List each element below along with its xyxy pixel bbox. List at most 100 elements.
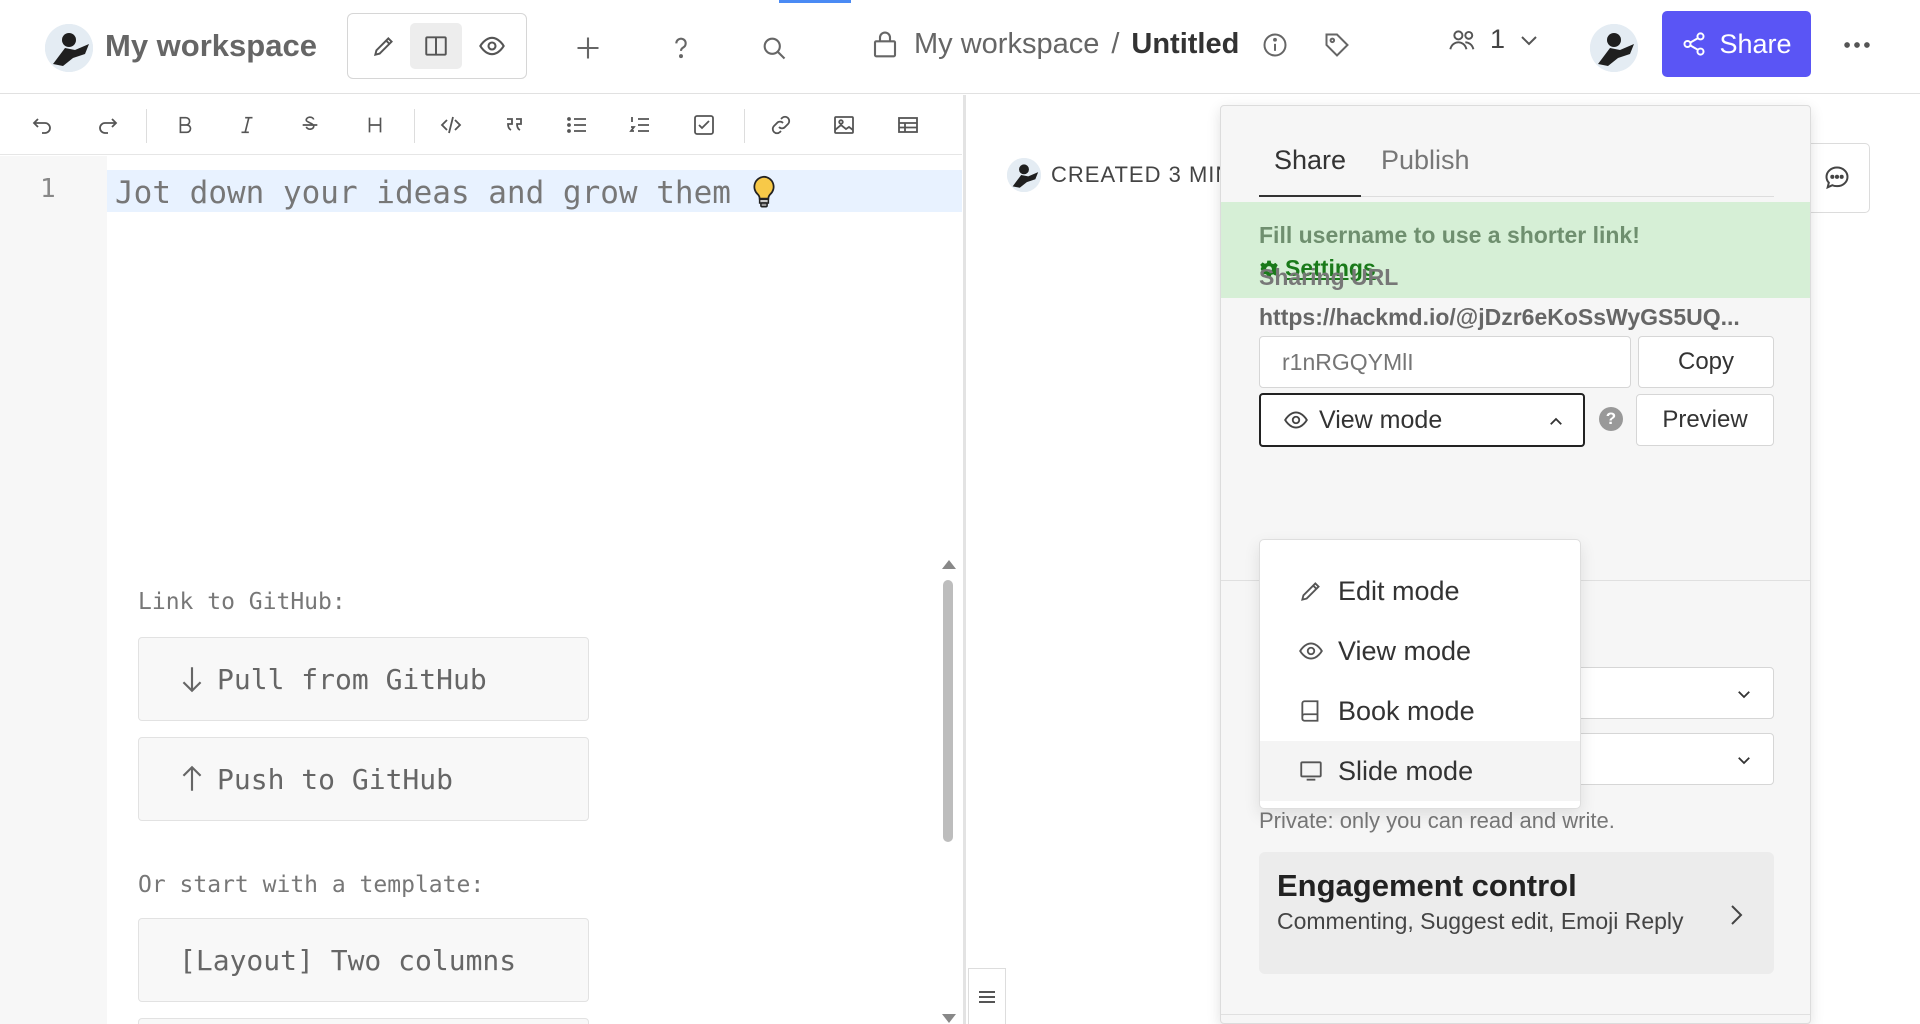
table-of-contents-button[interactable] <box>968 968 1006 1024</box>
strikethrough-icon <box>299 114 321 136</box>
breadcrumb-separator: / <box>1111 28 1120 60</box>
share-icon <box>1681 31 1707 57</box>
help-button[interactable] <box>659 26 703 70</box>
engagement-control-card[interactable]: Engagement control Commenting, Suggest e… <box>1259 852 1774 974</box>
table-icon <box>896 113 920 137</box>
code-button[interactable] <box>431 105 471 145</box>
comments-button[interactable] <box>1804 143 1870 213</box>
info-icon[interactable] <box>1261 31 1289 59</box>
columns-icon <box>423 33 449 59</box>
mode-help-icon[interactable]: ? <box>1599 407 1623 431</box>
bold-button[interactable] <box>165 105 205 145</box>
chevron-down-icon <box>1735 751 1753 769</box>
checkbox-icon <box>692 113 716 137</box>
author-avatar <box>1007 158 1041 192</box>
top-bar: My workspace My workspace / Untitled 1 S… <box>0 0 1920 94</box>
eye-icon <box>478 32 506 60</box>
undo-icon <box>30 113 54 137</box>
list-icon <box>975 985 999 1009</box>
numbered-list-button[interactable] <box>620 105 660 145</box>
workspace-title[interactable]: My workspace <box>105 28 317 64</box>
tab-publish[interactable]: Publish <box>1381 145 1470 197</box>
share-tabs: Share Publish <box>1259 141 1774 197</box>
template-item[interactable]: [Layout] Two columns <box>138 918 589 1002</box>
tag-icon[interactable] <box>1323 31 1351 59</box>
tab-share[interactable]: Share <box>1259 145 1361 197</box>
push-to-github-button[interactable]: Push to GitHub <box>138 737 589 821</box>
share-button[interactable]: Share <box>1662 11 1811 77</box>
table-button[interactable] <box>888 105 928 145</box>
undo-button[interactable] <box>22 105 62 145</box>
menu-item-book-mode[interactable]: Book mode <box>1260 681 1580 741</box>
placeholder-text: Jot down your ideas and grow them <box>115 175 731 211</box>
workspace-avatar[interactable] <box>45 24 93 72</box>
quote-button[interactable] <box>494 105 534 145</box>
push-label: Push to GitHub <box>217 762 454 796</box>
line-number: 1 <box>40 174 56 204</box>
menu-item-slide-mode[interactable]: Slide mode <box>1260 741 1580 801</box>
pull-label: Pull from GitHub <box>217 662 487 696</box>
arrow-up-icon <box>179 764 205 794</box>
new-note-button[interactable] <box>566 26 610 70</box>
split-view-button[interactable] <box>410 23 462 69</box>
heading-button[interactable] <box>355 105 395 145</box>
preview-view-button[interactable] <box>466 23 518 69</box>
pull-from-github-button[interactable]: Pull from GitHub <box>138 637 589 721</box>
numbered-list-icon <box>628 113 652 137</box>
eye-icon <box>1298 638 1324 664</box>
preview-button[interactable]: Preview <box>1636 394 1774 446</box>
scrollbar-thumb[interactable] <box>943 580 953 842</box>
edit-view-button[interactable] <box>358 23 410 69</box>
checklist-button[interactable] <box>684 105 724 145</box>
menu-item-edit-mode[interactable]: Edit mode <box>1260 561 1580 621</box>
permission-icon[interactable] <box>870 30 900 60</box>
menu-item-view-mode[interactable]: View mode <box>1260 621 1580 681</box>
scroll-up-arrow[interactable] <box>942 560 956 569</box>
link-button[interactable] <box>761 105 801 145</box>
copy-button[interactable]: Copy <box>1638 336 1774 388</box>
engagement-title: Engagement control <box>1277 868 1577 903</box>
editor-toolbar <box>0 95 962 155</box>
custom-url-input[interactable] <box>1259 336 1631 388</box>
chevron-down-icon <box>1735 685 1753 703</box>
more-menu-button[interactable] <box>1840 28 1874 62</box>
share-mode-select[interactable]: View mode <box>1259 393 1585 447</box>
users-icon <box>1448 26 1478 54</box>
selected-mode-label: View mode <box>1319 405 1443 434</box>
image-button[interactable] <box>824 105 864 145</box>
breadcrumb-workspace[interactable]: My workspace <box>914 28 1099 61</box>
arrow-down-icon <box>179 664 205 694</box>
line-gutter <box>0 156 107 1024</box>
link-icon <box>769 113 793 137</box>
user-avatar[interactable] <box>1590 24 1638 72</box>
comment-icon <box>1823 164 1851 192</box>
redo-button[interactable] <box>88 105 128 145</box>
italic-button[interactable] <box>227 105 267 145</box>
scroll-down-arrow[interactable] <box>942 1014 956 1023</box>
created-info: CREATED 3 MIN <box>1007 158 1232 192</box>
eye-icon <box>1283 407 1309 433</box>
question-icon <box>667 34 695 62</box>
online-users-button[interactable]: 1 <box>1448 24 1541 55</box>
redo-icon <box>96 113 120 137</box>
notice-message: Fill username to use a shorter link! <box>1259 222 1640 248</box>
heading-icon <box>364 114 386 136</box>
quote-icon <box>502 113 526 137</box>
search-icon <box>760 34 788 62</box>
menu-item-label: Slide mode <box>1338 755 1474 786</box>
book-icon <box>1298 698 1324 724</box>
search-button[interactable] <box>752 26 796 70</box>
strikethrough-button[interactable] <box>290 105 330 145</box>
sharing-url[interactable]: https://hackmd.io/@jDzr6eKoSsWyGS5UQ... <box>1259 304 1779 331</box>
bullet-list-icon <box>565 113 589 137</box>
document-title[interactable]: Untitled <box>1131 28 1239 61</box>
template-item[interactable] <box>138 1018 589 1024</box>
template-item-label: [Layout] Two columns <box>179 943 517 977</box>
markdown-editor[interactable]: 1 Jot down your ideas and grow them Link… <box>0 156 962 1024</box>
chevron-right-icon <box>1726 902 1746 928</box>
code-icon <box>439 113 463 137</box>
chevron-down-icon <box>1517 28 1541 52</box>
italic-icon <box>236 114 258 136</box>
bullet-list-button[interactable] <box>557 105 597 145</box>
menu-item-label: View mode <box>1338 635 1472 666</box>
